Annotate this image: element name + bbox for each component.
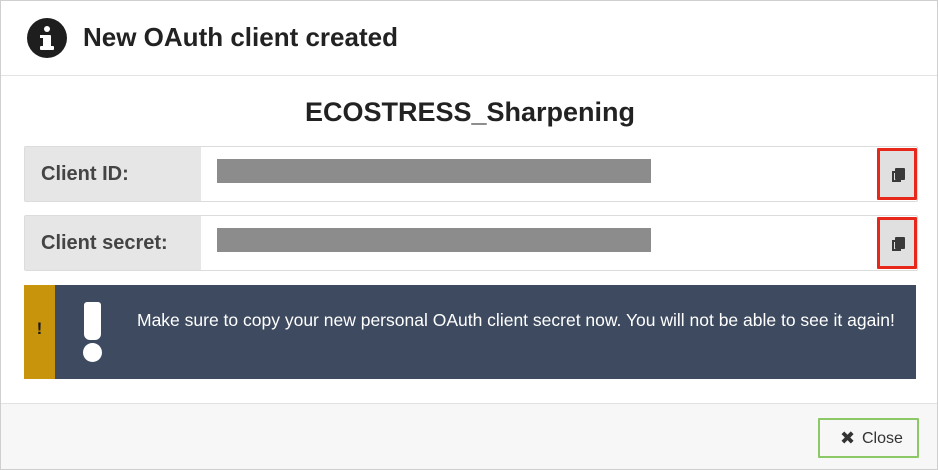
- copy-client-id-button[interactable]: [877, 148, 917, 200]
- oauth-client-dialog: New OAuth client created ECOSTRESS_Sharp…: [0, 0, 938, 470]
- alert-message: Make sure to copy your new personal OAut…: [137, 310, 895, 330]
- alert-stripe: !: [24, 285, 55, 379]
- dialog-footer: ✖ Close: [1, 403, 937, 469]
- client-secret-label: Client secret:: [25, 216, 201, 270]
- copy-icon: [892, 237, 906, 253]
- client-secret-row: Client secret:: [24, 215, 918, 271]
- exclamation-icon: [82, 302, 104, 362]
- copy-icon: [892, 168, 906, 184]
- close-button-label: Close: [862, 430, 903, 447]
- copy-client-secret-button[interactable]: [877, 217, 917, 269]
- dialog-title: New OAuth client created: [83, 22, 398, 52]
- client-id-row: Client ID:: [24, 146, 918, 202]
- close-button[interactable]: ✖ Close: [818, 418, 919, 458]
- client-id-label: Client ID:: [25, 147, 201, 201]
- client-app-name: ECOSTRESS_Sharpening: [304, 97, 636, 127]
- alert-stripe-mark: !: [36, 319, 43, 338]
- warning-alert: ! Make sure to copy your new personal OA…: [24, 285, 916, 379]
- info-icon: [27, 18, 67, 58]
- client-secret-value[interactable]: [217, 228, 651, 252]
- dialog-header: New OAuth client created: [1, 1, 937, 76]
- close-icon: ✖: [840, 428, 856, 448]
- client-id-value[interactable]: [217, 159, 651, 183]
